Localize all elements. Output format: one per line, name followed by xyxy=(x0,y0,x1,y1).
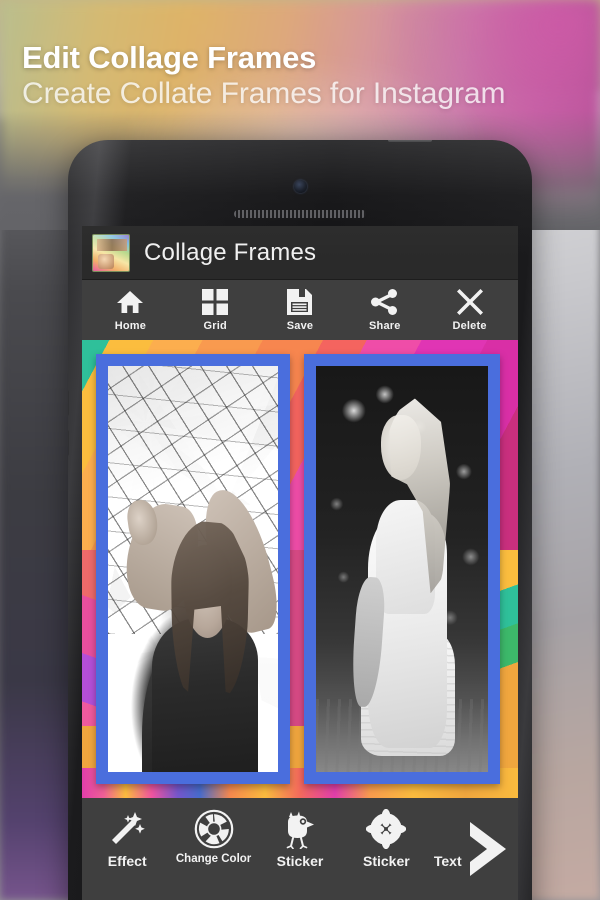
grid-icon xyxy=(202,288,229,316)
share-icon xyxy=(371,288,398,316)
photo-slot-right[interactable] xyxy=(316,366,488,772)
bottom-label-change-color: Change Color xyxy=(175,853,252,865)
chevron-right-icon xyxy=(464,820,510,878)
bottom-button-sticker-flower[interactable]: Sticker xyxy=(344,808,428,869)
collage-frame-right[interactable] xyxy=(304,354,500,784)
toolbar-button-share[interactable]: Share xyxy=(347,288,423,332)
next-page-button[interactable] xyxy=(460,818,514,880)
photo-right-subject xyxy=(316,366,488,772)
bird-sticker-icon xyxy=(280,808,320,850)
toolbar-button-save[interactable]: Save xyxy=(262,288,338,332)
toolbar-label-delete: Delete xyxy=(452,320,487,332)
volume-up-button[interactable] xyxy=(68,390,69,416)
photo-slot-left[interactable] xyxy=(108,366,278,772)
toolbar-label-home: Home xyxy=(114,320,147,332)
collage-canvas[interactable] xyxy=(82,340,518,798)
collage-frame-left[interactable] xyxy=(96,354,290,784)
bottom-button-change-color[interactable]: Change Color xyxy=(172,808,256,865)
toolbar-label-grid: Grid xyxy=(203,320,227,332)
home-icon xyxy=(116,288,144,316)
bottom-button-effect[interactable]: Effect xyxy=(85,808,169,869)
app-title: Collage Frames xyxy=(144,238,317,266)
top-toolbar: Home Grid Save Share Delete xyxy=(82,280,518,340)
power-button[interactable] xyxy=(388,140,432,142)
phone-top-bezel xyxy=(68,140,532,226)
promo-text-block: Edit Collage Frames Create Collate Frame… xyxy=(22,40,582,111)
aperture-icon xyxy=(194,808,234,850)
toolbar-button-home[interactable]: Home xyxy=(92,288,168,332)
photo-left-subject xyxy=(108,366,278,772)
promo-subheadline: Create Collate Frames for Instagram xyxy=(22,77,506,110)
earpiece-speaker-icon xyxy=(234,210,366,218)
front-camera-icon xyxy=(294,180,307,193)
phone-screen: Collage Frames Home Grid Save Share Dele… xyxy=(82,226,518,900)
flower-sticker-icon xyxy=(366,808,407,850)
bottom-label-sticker-flower: Sticker xyxy=(363,853,410,869)
promo-headline: Edit Collage Frames xyxy=(22,40,317,75)
app-thumbnail-icon xyxy=(92,233,130,272)
toolbar-label-save: Save xyxy=(286,320,314,332)
bottom-label-sticker-bird: Sticker xyxy=(276,853,324,869)
bottom-label-effect: Effect xyxy=(107,853,147,869)
close-x-icon xyxy=(456,288,483,316)
app-titlebar: Collage Frames xyxy=(82,226,518,280)
toolbar-button-delete[interactable]: Delete xyxy=(432,288,508,332)
toolbar-label-share: Share xyxy=(368,320,401,332)
phone-mockup: Collage Frames Home Grid Save Share Dele… xyxy=(68,140,532,900)
floppy-disk-icon xyxy=(287,288,313,316)
toolbar-button-grid[interactable]: Grid xyxy=(177,288,253,332)
bottom-button-sticker-bird[interactable]: Sticker xyxy=(258,808,342,869)
volume-down-button[interactable] xyxy=(68,430,69,456)
bottom-label-text: Text xyxy=(433,853,462,869)
bottom-toolbar: Effect Change Color Sticker Sticker Text xyxy=(82,798,518,900)
magic-wand-icon xyxy=(108,808,146,850)
